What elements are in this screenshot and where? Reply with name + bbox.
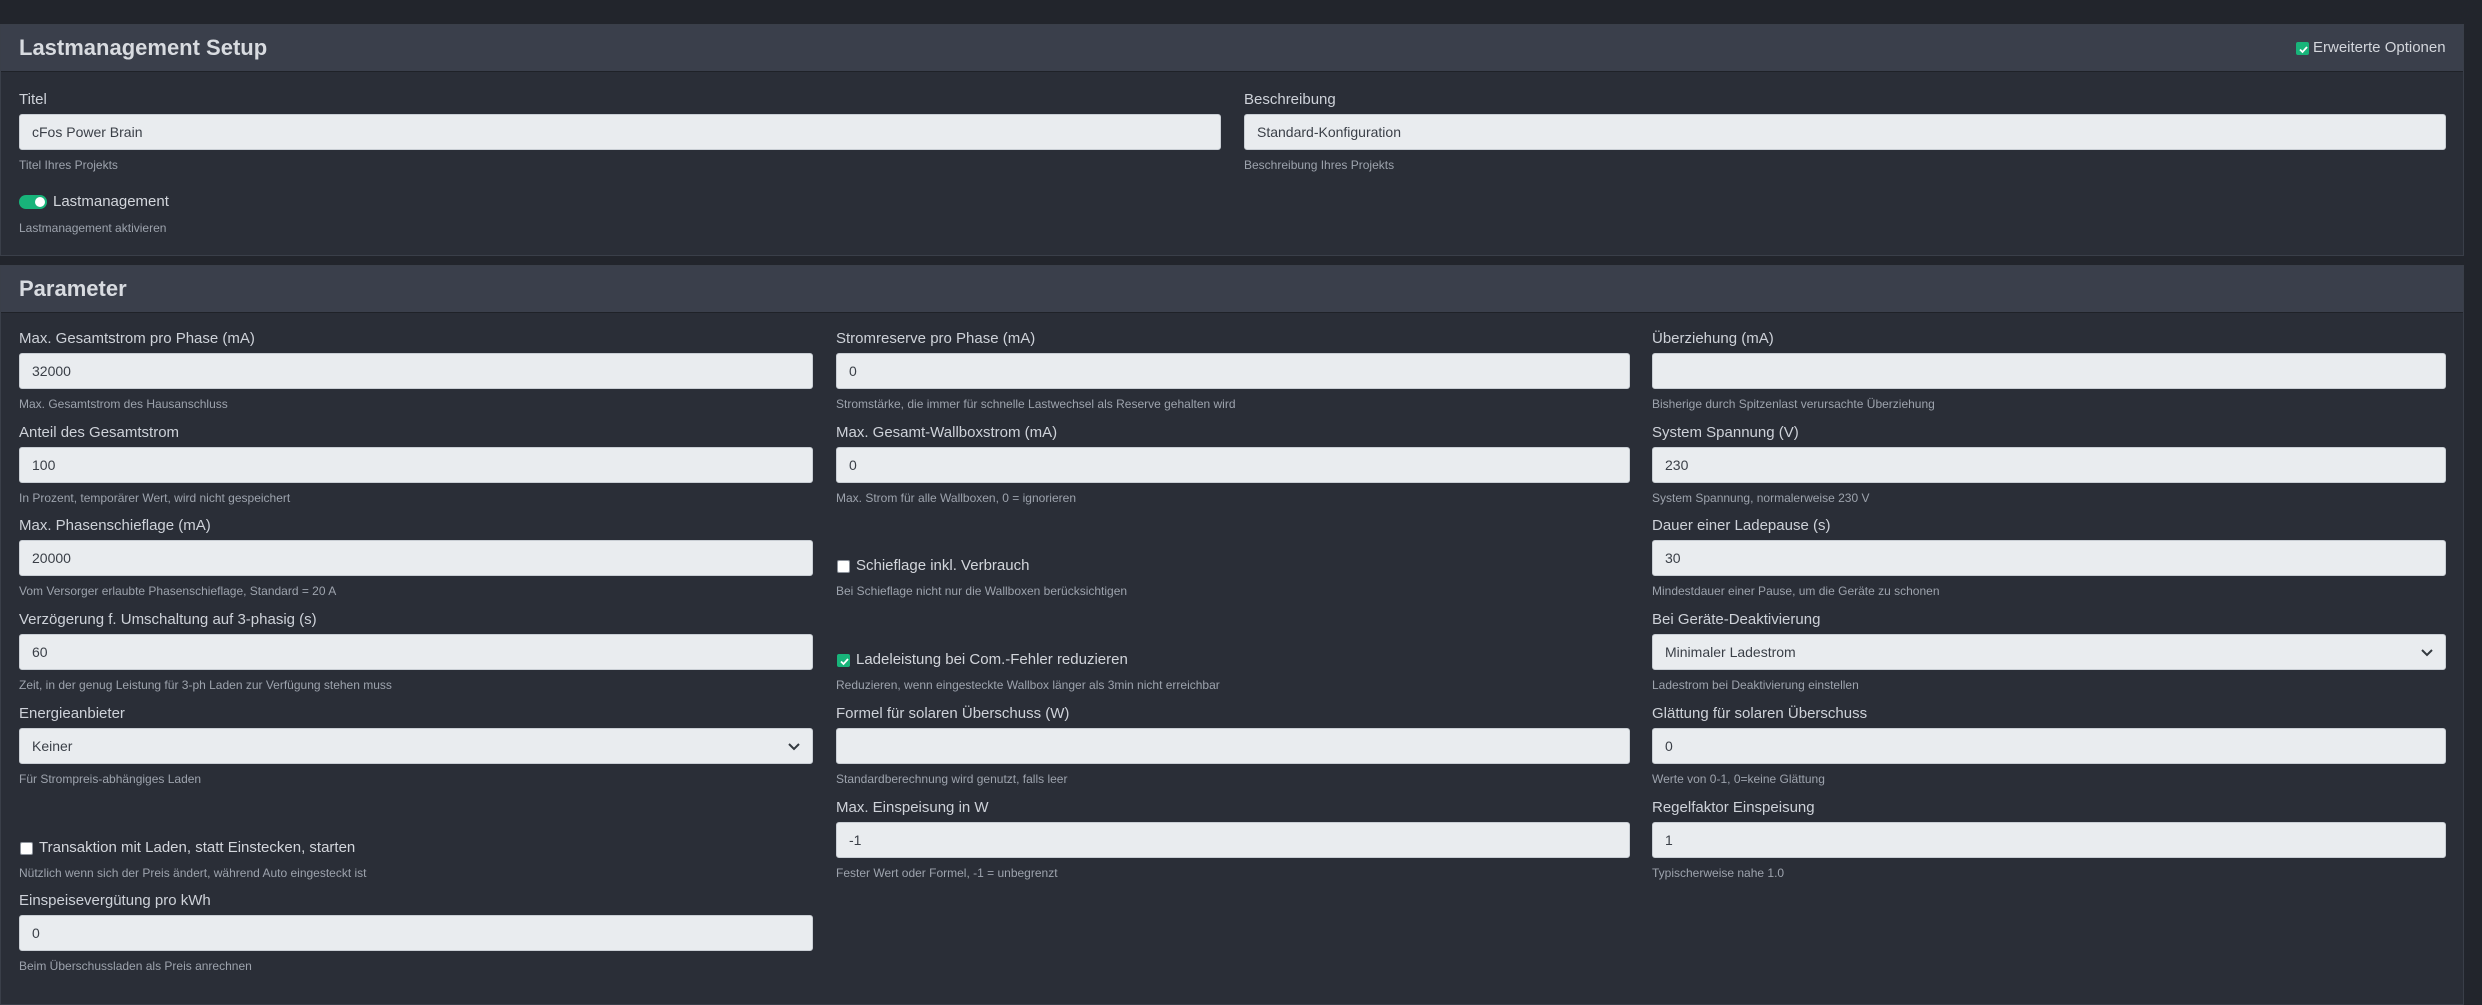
formel-help: Standardberechnung wird genutzt, falls l… xyxy=(836,772,1068,786)
schieflage-verbrauch-checkbox[interactable] xyxy=(837,560,850,573)
transaktion-help: Nützlich wenn sich der Preis ändert, wäh… xyxy=(19,866,367,880)
advanced-options-checkbox[interactable] xyxy=(2296,42,2309,55)
advanced-options-label[interactable]: Erweiterte Optionen xyxy=(2313,39,2446,56)
setup-panel-header: Lastmanagement Setup Erweiterte Optionen xyxy=(1,25,2463,72)
einspeisung-help: Fester Wert oder Formel, -1 = unbegrenzt xyxy=(836,866,1058,880)
chevron-down-icon xyxy=(788,743,800,751)
deaktivierung-value: Minimaler Ladestrom xyxy=(1665,644,1796,660)
titel-input[interactable]: cFos Power Brain xyxy=(19,114,1221,150)
einspeisung-input[interactable]: -1 xyxy=(836,822,1630,858)
formel-label: Formel für solaren Überschuss (W) xyxy=(836,705,1070,722)
lastmanagement-toggle[interactable] xyxy=(19,195,47,209)
beschreibung-help: Beschreibung Ihres Projekts xyxy=(1244,158,1395,172)
com-fehler-help: Reduzieren, wenn eingesteckte Wallbox lä… xyxy=(836,678,1220,692)
verzoegerung-help: Zeit, in der genug Leistung für 3-ph Lad… xyxy=(19,678,392,692)
com-fehler-checkbox[interactable] xyxy=(837,654,850,667)
ueberziehung-help: Bisherige durch Spitzenlast verursachte … xyxy=(1652,397,1935,411)
anteil-label: Anteil des Gesamtstrom xyxy=(19,424,180,441)
ladepause-label: Dauer einer Ladepause (s) xyxy=(1652,517,1831,534)
spannung-help: System Spannung, normalerweise 230 V xyxy=(1652,491,1870,505)
parameter-panel-header: Parameter xyxy=(1,266,2463,313)
schieflage-verbrauch-help: Bei Schieflage nicht nur die Wallboxen b… xyxy=(836,584,1128,598)
schieflage-label: Max. Phasenschieflage (mA) xyxy=(19,517,211,534)
deaktivierung-select[interactable]: Minimaler Ladestrom xyxy=(1652,634,2446,670)
max-wallbox-input[interactable]: 0 xyxy=(836,447,1630,483)
ladepause-input[interactable]: 30 xyxy=(1652,540,2446,576)
parameter-panel: Parameter Max. Gesamtstrom pro Phase (mA… xyxy=(0,265,2464,1005)
com-fehler-label[interactable]: Ladeleistung bei Com.-Fehler reduzieren xyxy=(856,651,1128,668)
regelfaktor-label: Regelfaktor Einspeisung xyxy=(1652,799,1815,816)
max-gesamtstrom-input[interactable]: 32000 xyxy=(19,353,813,389)
verzoegerung-input[interactable]: 60 xyxy=(19,634,813,670)
transaktion-label[interactable]: Transaktion mit Laden, statt Einstecken,… xyxy=(39,839,355,856)
chevron-down-icon xyxy=(2421,649,2433,657)
check-icon xyxy=(840,658,849,666)
ueberziehung-label: Überziehung (mA) xyxy=(1652,330,1774,347)
setup-panel: Lastmanagement Setup Erweiterte Optionen… xyxy=(0,24,2464,256)
titel-help: Titel Ihres Projekts xyxy=(19,158,118,172)
formel-input[interactable] xyxy=(836,728,1630,764)
glaettung-label: Glättung für solaren Überschuss xyxy=(1652,705,1868,722)
lastmanagement-label[interactable]: Lastmanagement xyxy=(53,193,169,210)
parameter-panel-title: Parameter xyxy=(19,276,127,301)
spannung-input[interactable]: 230 xyxy=(1652,447,2446,483)
toggle-knob xyxy=(35,197,45,207)
max-wallbox-help: Max. Strom für alle Wallboxen, 0 = ignor… xyxy=(836,491,1076,505)
spannung-label: System Spannung (V) xyxy=(1652,424,1799,441)
glaettung-help: Werte von 0-1, 0=keine Glättung xyxy=(1652,772,1825,786)
ladepause-help: Mindestdauer einer Pause, um die Geräte … xyxy=(1652,584,1940,598)
titel-label: Titel xyxy=(19,91,47,108)
max-gesamtstrom-label: Max. Gesamtstrom pro Phase (mA) xyxy=(19,330,255,347)
stromreserve-help: Stromstärke, die immer für schnelle Last… xyxy=(836,397,1236,411)
anteil-help: In Prozent, temporärer Wert, wird nicht … xyxy=(19,491,291,505)
verzoegerung-label: Verzögerung f. Umschaltung auf 3-phasig … xyxy=(19,611,317,628)
energieanbieter-label: Energieanbieter xyxy=(19,705,125,722)
glaettung-input[interactable]: 0 xyxy=(1652,728,2446,764)
energieanbieter-select[interactable]: Keiner xyxy=(19,728,813,764)
schieflage-help: Vom Versorger erlaubte Phasenschieflage,… xyxy=(19,584,337,598)
ueberziehung-input[interactable] xyxy=(1652,353,2446,389)
transaktion-checkbox[interactable] xyxy=(20,842,33,855)
deaktivierung-help: Ladestrom bei Deaktivierung einstellen xyxy=(1652,678,1859,692)
setup-panel-title: Lastmanagement Setup xyxy=(19,35,268,60)
einspeisung-label: Max. Einspeisung in W xyxy=(836,799,989,816)
regelfaktor-input[interactable]: 1 xyxy=(1652,822,2446,858)
verguetung-help: Beim Überschussladen als Preis anrechnen xyxy=(19,959,252,973)
check-icon xyxy=(2299,46,2308,54)
stromreserve-label: Stromreserve pro Phase (mA) xyxy=(836,330,1036,347)
schieflage-verbrauch-label[interactable]: Schieflage inkl. Verbrauch xyxy=(856,557,1029,574)
max-gesamtstrom-help: Max. Gesamtstrom des Hausanschluss xyxy=(19,397,228,411)
stromreserve-input[interactable]: 0 xyxy=(836,353,1630,389)
schieflage-input[interactable]: 20000 xyxy=(19,540,813,576)
lastmanagement-help: Lastmanagement aktivieren xyxy=(19,221,167,235)
anteil-input[interactable]: 100 xyxy=(19,447,813,483)
max-wallbox-label: Max. Gesamt-Wallboxstrom (mA) xyxy=(836,424,1058,441)
regelfaktor-help: Typischerweise nahe 1.0 xyxy=(1652,866,1785,880)
energieanbieter-help: Für Strompreis-abhängiges Laden xyxy=(19,772,202,786)
deaktivierung-label: Bei Geräte-Deaktivierung xyxy=(1652,611,1821,628)
verguetung-label: Einspeisevergütung pro kWh xyxy=(19,892,211,909)
beschreibung-input[interactable]: Standard-Konfiguration xyxy=(1244,114,2446,150)
beschreibung-label: Beschreibung xyxy=(1244,91,1336,108)
verguetung-input[interactable]: 0 xyxy=(19,915,813,951)
energieanbieter-value: Keiner xyxy=(32,738,73,754)
